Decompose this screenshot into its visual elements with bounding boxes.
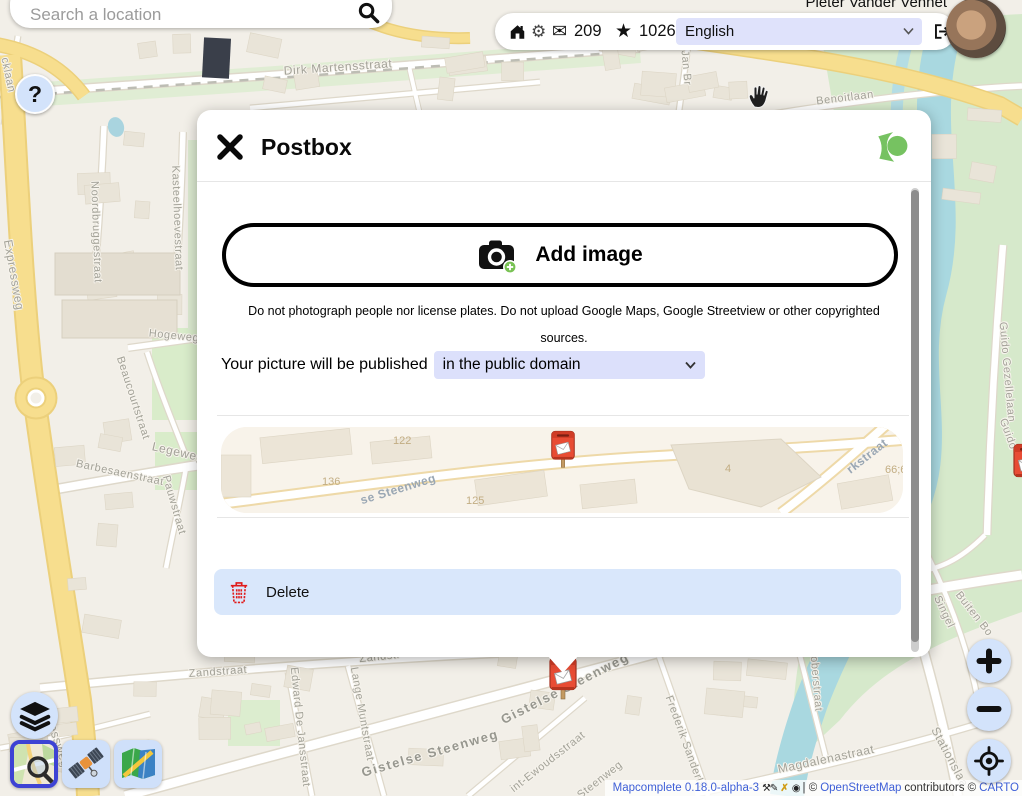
- geolocate-button[interactable]: [967, 739, 1011, 783]
- search-icon[interactable]: [357, 1, 380, 24]
- add-image-button[interactable]: Add image: [222, 223, 898, 287]
- osm-map-icon: [14, 744, 54, 784]
- search-bar: [10, 0, 392, 28]
- minimap-postbox-marker: [550, 430, 576, 470]
- messages-count[interactable]: 209: [574, 13, 602, 50]
- messages-envelope-icon[interactable]: ✉: [552, 13, 567, 50]
- carto-link[interactable]: CARTO: [979, 782, 1019, 794]
- folded-map-icon: [118, 743, 158, 783]
- postbox-popup: Postbox Add image Do not photograph peop…: [197, 110, 931, 657]
- section-divider: [217, 517, 909, 518]
- changesets-star-icon[interactable]: ★: [615, 13, 632, 50]
- user-panel: ⚙ ✉ 209 ★ 10265 English: [495, 13, 955, 50]
- home-icon[interactable]: [508, 13, 527, 50]
- image-disclaimer: Do not photograph people nor license pla…: [228, 298, 900, 352]
- attribution-contributors: contributors ©: [904, 782, 976, 794]
- minimap-house-number: 122: [393, 435, 411, 447]
- camera-plus-icon: [477, 237, 519, 274]
- background-satellite-button[interactable]: [62, 740, 110, 788]
- attribution-icon-dot: ◉: [792, 783, 800, 794]
- trash-icon: [229, 580, 249, 604]
- delete-label: Delete: [266, 584, 309, 601]
- settings-gear-icon[interactable]: ⚙: [531, 13, 546, 50]
- popup-scrollbar-thumb[interactable]: [911, 190, 919, 642]
- background-map-button[interactable]: [114, 740, 162, 788]
- user-name: Pieter Vander Vennet: [727, 0, 947, 11]
- minimap-house-number: 66;66: [885, 464, 903, 476]
- add-image-label: Add image: [535, 243, 642, 267]
- popup-title: Postbox: [261, 134, 352, 161]
- feature-minimap[interactable]: se Steenwegrkstraat122136125466;66: [221, 427, 903, 513]
- theme-logo-icon: [873, 130, 909, 171]
- layers-icon: [17, 699, 53, 733]
- zoom-out-button[interactable]: [967, 687, 1011, 731]
- satellite-icon: [66, 743, 106, 783]
- close-icon[interactable]: [215, 132, 245, 162]
- layers-button[interactable]: [11, 692, 58, 739]
- user-avatar[interactable]: [946, 0, 1006, 58]
- delete-button[interactable]: Delete: [214, 569, 901, 615]
- attribution-icon-x: ✗: [780, 783, 788, 794]
- zoom-in-button[interactable]: [967, 639, 1011, 683]
- postbox-marker-partial[interactable]: [1012, 443, 1022, 489]
- chevron-down-icon: [903, 27, 914, 35]
- minimap-house-number: 4: [725, 463, 731, 475]
- mapcomplete-app: Dirk MartensstraatcklaanJan BrBenoitlaan…: [0, 0, 1022, 796]
- osm-link[interactable]: OpenStreetMap: [820, 782, 901, 794]
- attribution-separator: | ©: [803, 782, 818, 794]
- attribution-icons: ⚒✎: [762, 783, 777, 794]
- publish-text: Your picture will be published: [221, 356, 428, 374]
- crosshair-icon: [974, 746, 1004, 776]
- license-row: Your picture will be published in the pu…: [221, 351, 705, 379]
- language-value: English: [685, 23, 734, 40]
- section-divider: [217, 415, 909, 416]
- minus-icon: [976, 696, 1002, 722]
- mapcomplete-version-link[interactable]: Mapcomplete 0.18.0-alpha-3: [613, 782, 759, 794]
- map-attribution: Mapcomplete 0.18.0-alpha-3⚒✎✗ ◉ | © OpenS…: [605, 780, 1022, 796]
- help-button[interactable]: ?: [15, 74, 55, 114]
- minimap-house-number: 136: [322, 476, 340, 488]
- plus-icon: [976, 648, 1002, 674]
- minimap-house-number: 125: [466, 495, 484, 507]
- header-divider: [197, 181, 931, 182]
- popup-pointer-tail: [547, 655, 579, 673]
- background-osm-button[interactable]: [10, 740, 58, 788]
- language-select[interactable]: English: [676, 18, 922, 45]
- search-input[interactable]: [28, 4, 352, 26]
- license-value: in the public domain: [443, 356, 581, 373]
- license-select[interactable]: in the public domain: [434, 351, 705, 379]
- chevron-down-icon: [685, 361, 696, 369]
